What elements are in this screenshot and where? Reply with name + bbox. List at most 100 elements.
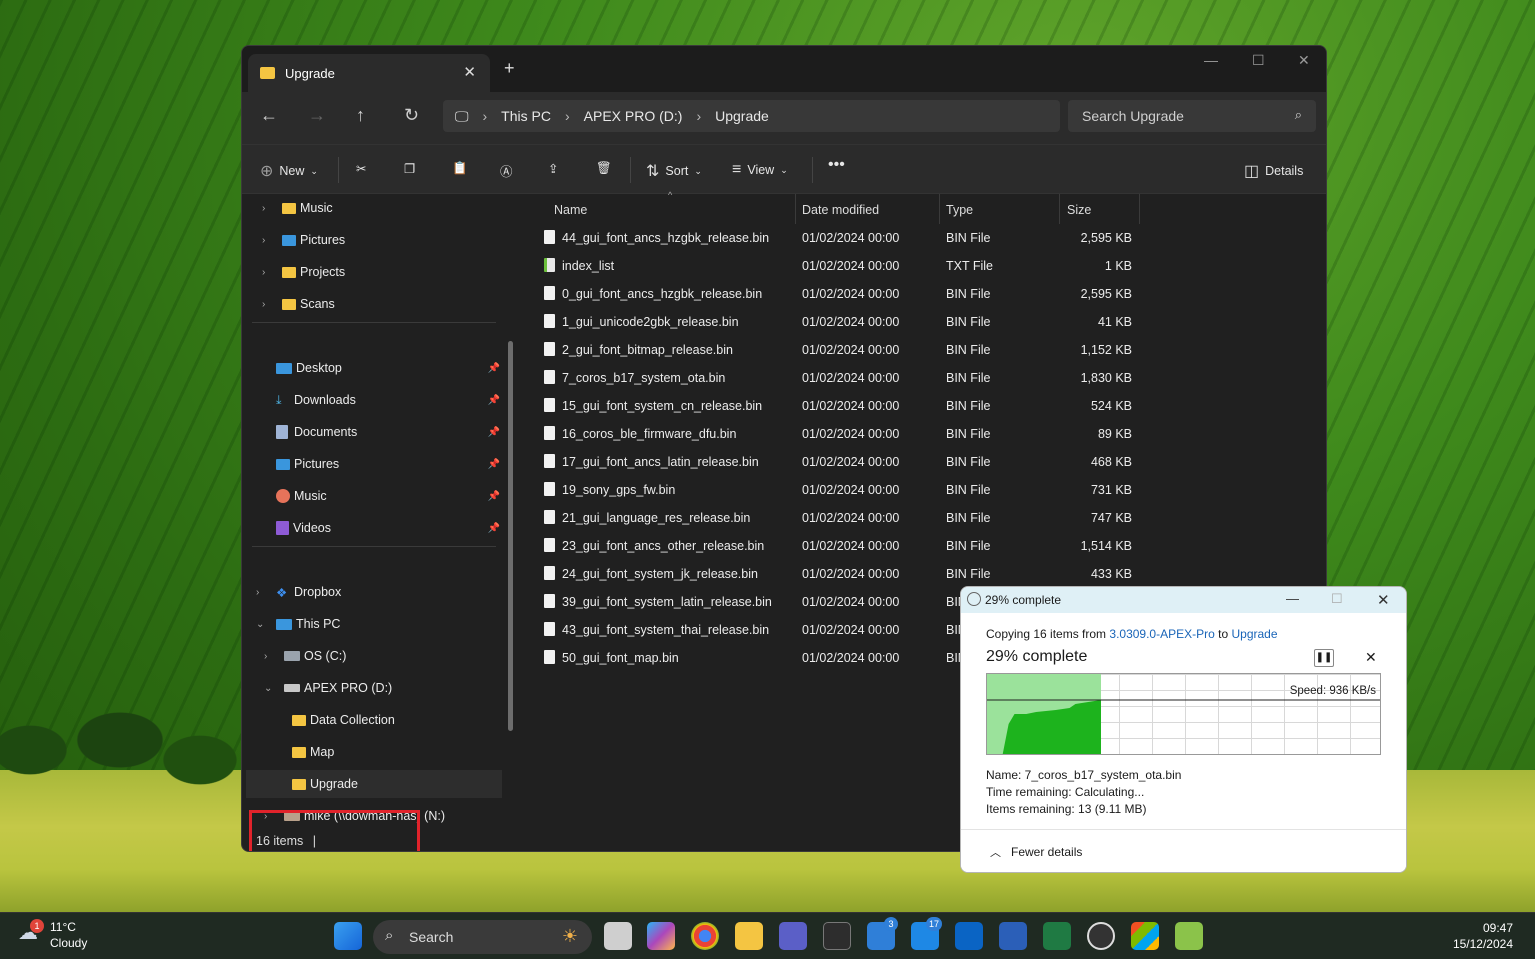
up-icon[interactable]: ↑	[356, 105, 365, 126]
table-row[interactable]: 1_gui_unicode2gbk_release.bin 01/02/2024 …	[522, 308, 1142, 336]
paste-icon[interactable]: 📋	[452, 161, 468, 176]
maximize-icon[interactable]: ☐	[1331, 591, 1343, 607]
delete-icon[interactable]: 🗑	[596, 161, 612, 176]
close-window-icon[interactable]: ✕	[1298, 52, 1310, 69]
column-divider[interactable]	[1139, 194, 1140, 224]
excel-icon[interactable]	[1043, 922, 1071, 950]
close-dialog-icon[interactable]: ✕	[1377, 591, 1390, 609]
refresh-icon[interactable]: ↻	[404, 105, 419, 126]
terminal-icon[interactable]	[823, 922, 851, 950]
back-icon[interactable]: ←	[260, 105, 278, 126]
column-size[interactable]: Size	[1067, 203, 1091, 217]
nav-item-map[interactable]: Map	[292, 738, 334, 766]
destination-link[interactable]: Upgrade	[1232, 627, 1278, 641]
forward-icon[interactable]: →	[308, 105, 326, 126]
nav-item-this-pc[interactable]: ⌄ This PC	[256, 610, 340, 638]
breadcrumb-apex[interactable]: APEX PRO (D:)	[584, 108, 683, 124]
speed-label: Speed: 936 KB/s	[1289, 685, 1376, 697]
dell-icon[interactable]	[1087, 922, 1115, 950]
tab-upgrade[interactable]: Upgrade ✕	[248, 54, 490, 92]
store-icon[interactable]	[1131, 922, 1159, 950]
pin-icon[interactable]: 📌	[488, 395, 500, 406]
minimize-icon[interactable]: —	[1286, 591, 1299, 606]
start-icon[interactable]	[334, 922, 362, 950]
column-name[interactable]: Name	[554, 203, 587, 217]
nav-item-pictures-pinned[interactable]: Pictures 📌	[276, 450, 500, 478]
breadcrumb-upgrade[interactable]: Upgrade	[715, 108, 769, 124]
rename-icon[interactable]: Ⓐ	[500, 161, 513, 180]
mail-icon[interactable]: 17	[911, 917, 942, 950]
table-row[interactable]: 7_coros_b17_system_ota.bin 01/02/2024 00:…	[522, 364, 1142, 392]
new-button[interactable]: ⊕ New ⌄	[260, 161, 318, 181]
nav-item-upgrade[interactable]: Upgrade	[246, 770, 502, 798]
nav-item-apex-pro[interactable]: ⌄ APEX PRO (D:)	[264, 674, 392, 702]
pin-icon[interactable]: 📌	[488, 491, 500, 502]
details-button[interactable]: ◫ Details	[1244, 161, 1303, 181]
share-icon[interactable]: ⇪	[548, 161, 558, 176]
table-row[interactable]: 16_coros_ble_firmware_dfu.bin 01/02/2024 …	[522, 420, 1142, 448]
table-row[interactable]: 2_gui_font_bitmap_release.bin 01/02/2024 …	[522, 336, 1142, 364]
column-divider[interactable]	[1059, 194, 1060, 224]
more-options-icon[interactable]: •••	[828, 156, 845, 174]
pin-icon[interactable]: 📌	[488, 523, 500, 534]
notepad-icon[interactable]	[1175, 922, 1203, 950]
nav-scrollbar[interactable]	[508, 341, 513, 731]
nav-item-desktop[interactable]: Desktop 📌	[276, 354, 500, 382]
table-row[interactable]: index_list 01/02/2024 00:00 TXT File 1 KB	[522, 252, 1142, 280]
column-divider[interactable]	[795, 194, 796, 224]
pin-icon[interactable]: 📌	[488, 459, 500, 470]
close-tab-icon[interactable]: ✕	[463, 63, 476, 81]
nav-item-documents[interactable]: Documents 📌	[276, 418, 500, 446]
table-row[interactable]: 19_sony_gps_fw.bin 01/02/2024 00:00 BIN Fi…	[522, 476, 1142, 504]
task-view-icon[interactable]	[604, 922, 632, 950]
nav-item-pictures[interactable]: › Pictures	[262, 226, 345, 254]
new-tab-icon[interactable]: +	[504, 58, 515, 79]
column-type[interactable]: Type	[946, 203, 973, 217]
todo-icon[interactable]: 3	[867, 917, 898, 950]
address-bar[interactable]: 🖵 › This PC › APEX PRO (D:) › Upgrade	[443, 100, 1060, 132]
pause-button[interactable]: ❚❚	[1314, 649, 1334, 667]
word-icon[interactable]	[999, 922, 1027, 950]
breadcrumb-this-pc[interactable]: This PC	[501, 108, 551, 124]
column-divider[interactable]	[939, 194, 940, 224]
search-input[interactable]: Search Upgrade ⌕	[1068, 100, 1316, 132]
source-link[interactable]: 3.0309.0-APEX-Pro	[1109, 627, 1214, 641]
nav-item-dropbox[interactable]: › ❖ Dropbox	[256, 578, 341, 606]
table-row[interactable]: 24_gui_font_system_jk_release.bin 01/02/2…	[522, 560, 1142, 588]
dialog-title: 29% complete	[985, 593, 1062, 607]
taskbar-search[interactable]: ⌕ Search ☀	[373, 920, 592, 954]
minimize-icon[interactable]: —	[1204, 52, 1218, 68]
weather-widget[interactable]: ☁ 1 11°C Cloudy	[18, 919, 87, 951]
nav-item-downloads[interactable]: ⤓ Downloads 📌	[276, 386, 500, 414]
file-icon	[544, 650, 555, 664]
table-row[interactable]: 0_gui_font_ancs_hzgbk_release.bin 01/02/2…	[522, 280, 1142, 308]
table-row[interactable]: 23_gui_font_ancs_other_release.bin 01/02/…	[522, 532, 1142, 560]
chrome-icon[interactable]	[691, 922, 719, 950]
nav-item-data-collection[interactable]: Data Collection	[292, 706, 395, 734]
nav-item-scans[interactable]: › Scans	[262, 290, 335, 318]
teams-icon[interactable]	[779, 922, 807, 950]
fewer-details-button[interactable]: ︿ Fewer details	[961, 829, 1406, 872]
nav-item-music[interactable]: › Music	[262, 194, 333, 222]
table-row[interactable]: 21_gui_language_res_release.bin 01/02/202…	[522, 504, 1142, 532]
sort-button[interactable]: ⇅ Sort ⌄	[646, 161, 702, 181]
nav-item-videos[interactable]: Videos 📌	[276, 514, 500, 542]
pin-icon[interactable]: 📌	[488, 363, 500, 374]
clock[interactable]: 09:47 15/12/2024	[1453, 920, 1513, 952]
nav-item-music-pinned[interactable]: Music 📌	[276, 482, 500, 510]
column-date[interactable]: Date modified	[802, 203, 879, 217]
copilot-icon[interactable]	[647, 922, 675, 950]
table-row[interactable]: 17_gui_font_ancs_latin_release.bin 01/02/…	[522, 448, 1142, 476]
cancel-copy-button[interactable]: ✕	[1365, 649, 1377, 666]
nav-item-os-c[interactable]: › OS (C:)	[264, 642, 346, 670]
file-explorer-icon[interactable]	[735, 922, 763, 950]
copy-icon[interactable]: ❐	[404, 161, 415, 176]
table-row[interactable]: 15_gui_font_system_cn_release.bin 01/02/2…	[522, 392, 1142, 420]
maximize-icon[interactable]: ☐	[1252, 52, 1265, 69]
table-row[interactable]: 44_gui_font_ancs_hzgbk_release.bin 01/02/…	[522, 224, 1142, 252]
pin-icon[interactable]: 📌	[488, 427, 500, 438]
view-button[interactable]: ≡ View ⌄	[732, 161, 788, 179]
nav-item-projects[interactable]: › Projects	[262, 258, 345, 286]
outlook-icon[interactable]	[955, 922, 983, 950]
cut-icon[interactable]: ✂	[356, 161, 366, 176]
